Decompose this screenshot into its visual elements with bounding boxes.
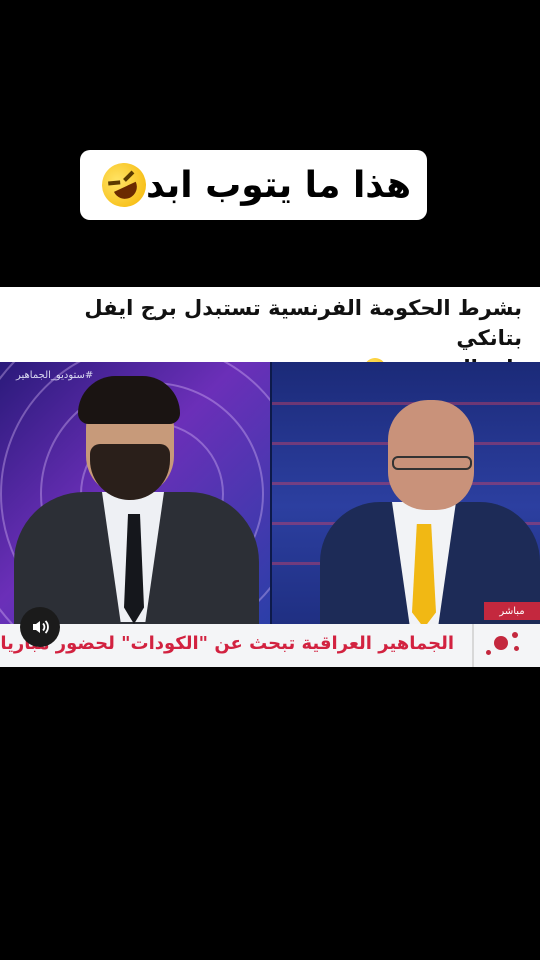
post-text-line-1: بشرط الحكومة الفرنسية تستبدل برج ايفل بت… xyxy=(84,296,522,350)
news-ticker: الجماهير العراقية تبحث عن "الكودات" لحضو… xyxy=(0,624,540,667)
sound-toggle-button[interactable] xyxy=(20,607,60,647)
video-caption: هذا ما يتوب ابد xyxy=(80,150,427,220)
live-label: مباشر xyxy=(499,605,525,617)
caption-text: هذا ما يتوب ابد xyxy=(145,164,412,206)
post-text-panel: بشرط الحكومة الفرنسية تستبدل برج ايفل بت… xyxy=(0,287,540,380)
ticker-headline: الجماهير العراقية تبحث عن "الكودات" لحضو… xyxy=(0,633,454,654)
live-badge: مباشر xyxy=(484,602,540,620)
video-frame[interactable]: #ستوديو_الجماهير مباشر الجماهير العراقية… xyxy=(0,362,540,667)
channel-watermark: #ستوديو_الجماهير xyxy=(16,370,94,381)
speaker-icon xyxy=(33,620,49,634)
channel-logo-icon xyxy=(472,624,540,667)
rolling-on-floor-laughing-icon xyxy=(94,155,154,215)
